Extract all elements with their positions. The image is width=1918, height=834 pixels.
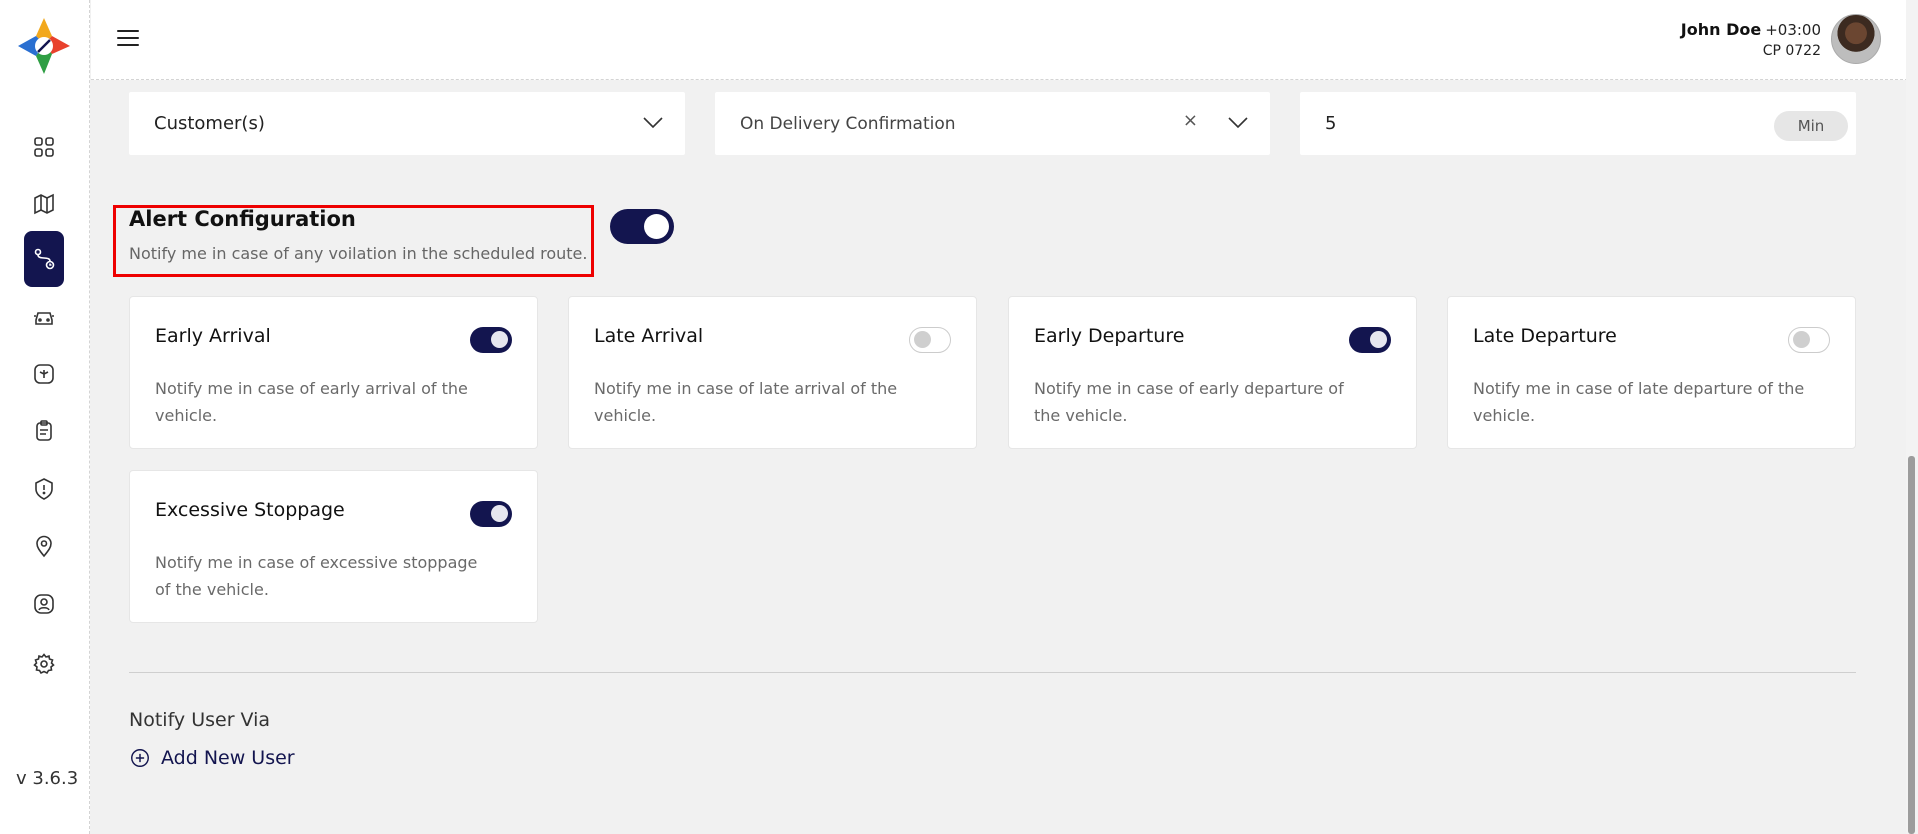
alert-shield-icon — [35, 478, 53, 500]
top-header: John Doe +03:00 CP 0722 — [91, 0, 1918, 80]
location-pin-icon — [36, 535, 52, 558]
duration-value: 5 — [1325, 113, 1337, 134]
map-icon — [34, 193, 54, 215]
nav-settings[interactable] — [24, 644, 64, 684]
card-title: Late Arrival — [594, 325, 704, 347]
user-profile-icon — [34, 594, 54, 614]
nav-tasks[interactable] — [24, 411, 64, 451]
card-late-arrival: Late Arrival Notify me in case of late a… — [568, 296, 977, 449]
notify-user-label: Notify User Via — [129, 709, 271, 731]
nav-users[interactable] — [24, 584, 64, 624]
excessive-stoppage-toggle[interactable] — [470, 501, 512, 527]
add-new-user-label: Add New User — [161, 747, 295, 769]
nav-map[interactable] — [24, 184, 64, 224]
chevron-down-icon[interactable] — [641, 110, 665, 134]
avatar[interactable] — [1831, 14, 1881, 64]
trigger-value: On Delivery Confirmation — [740, 113, 956, 134]
clipboard-icon — [36, 420, 52, 441]
section-divider — [129, 672, 1856, 673]
card-early-arrival: Early Arrival Notify me in case of early… — [129, 296, 538, 449]
add-new-user-button[interactable]: Add New User — [129, 747, 295, 769]
dashboard-icon — [34, 137, 54, 157]
nav-drivers[interactable] — [24, 354, 64, 394]
user-timezone: +03:00 — [1765, 20, 1821, 39]
recipient-value: Customer(s) — [154, 113, 265, 134]
card-description: Notify me in case of late departure of t… — [1473, 379, 1805, 425]
user-name: John Doe — [1680, 19, 1762, 39]
scrollbar-thumb[interactable] — [1908, 456, 1915, 834]
sidebar: v 3.6.3 — [0, 0, 90, 834]
nav-alerts[interactable] — [24, 469, 64, 509]
alert-config-subtitle: Notify me in case of any voilation in th… — [129, 244, 588, 263]
card-description: Notify me in case of excessive stoppage … — [155, 553, 478, 599]
duration-unit-badge: Min — [1774, 111, 1848, 141]
alert-config-toggle[interactable] — [610, 209, 674, 244]
nav-dashboard[interactable] — [24, 127, 64, 167]
card-description: Notify me in case of early arrival of th… — [155, 379, 468, 425]
card-title: Early Departure — [1034, 325, 1185, 347]
card-early-departure: Early Departure Notify me in case of ear… — [1008, 296, 1417, 449]
app-logo[interactable] — [16, 16, 72, 76]
recipient-select[interactable]: Customer(s) — [129, 92, 685, 155]
alert-config-title: Alert Configuration — [129, 207, 356, 231]
steering-wheel-icon — [34, 364, 54, 384]
trigger-select[interactable]: On Delivery Confirmation × — [715, 92, 1270, 155]
card-description: Notify me in case of early departure of … — [1034, 379, 1344, 425]
card-title: Late Departure — [1473, 325, 1617, 347]
card-late-departure: Late Departure Notify me in case of late… — [1447, 296, 1856, 449]
plus-circle-icon — [131, 749, 149, 767]
car-icon — [34, 312, 54, 325]
nav-locations[interactable] — [24, 526, 64, 566]
user-profile-menu[interactable]: John Doe +03:00 CP 0722 — [1681, 14, 1881, 64]
card-excessive-stoppage: Excessive Stoppage Notify me in case of … — [129, 470, 538, 623]
early-arrival-toggle[interactable] — [470, 327, 512, 353]
menu-toggle-icon[interactable] — [117, 28, 139, 48]
late-departure-toggle[interactable] — [1788, 327, 1830, 353]
settings-gear-icon — [33, 653, 55, 675]
route-icon — [34, 248, 55, 270]
user-id: CP 0722 — [1762, 42, 1821, 59]
app-version: v 3.6.3 — [16, 768, 79, 789]
chevron-down-icon[interactable] — [1226, 110, 1250, 134]
card-title: Excessive Stoppage — [155, 499, 345, 521]
clear-icon[interactable]: × — [1183, 110, 1198, 131]
duration-input[interactable]: 5 Min — [1300, 92, 1856, 155]
early-departure-toggle[interactable] — [1349, 327, 1391, 353]
nav-routes[interactable] — [24, 231, 64, 287]
card-description: Notify me in case of late arrival of the… — [594, 379, 898, 425]
nav-vehicles[interactable] — [24, 297, 64, 337]
page-scrollbar[interactable] — [1906, 0, 1918, 834]
card-title: Early Arrival — [155, 325, 271, 347]
late-arrival-toggle[interactable] — [909, 327, 951, 353]
